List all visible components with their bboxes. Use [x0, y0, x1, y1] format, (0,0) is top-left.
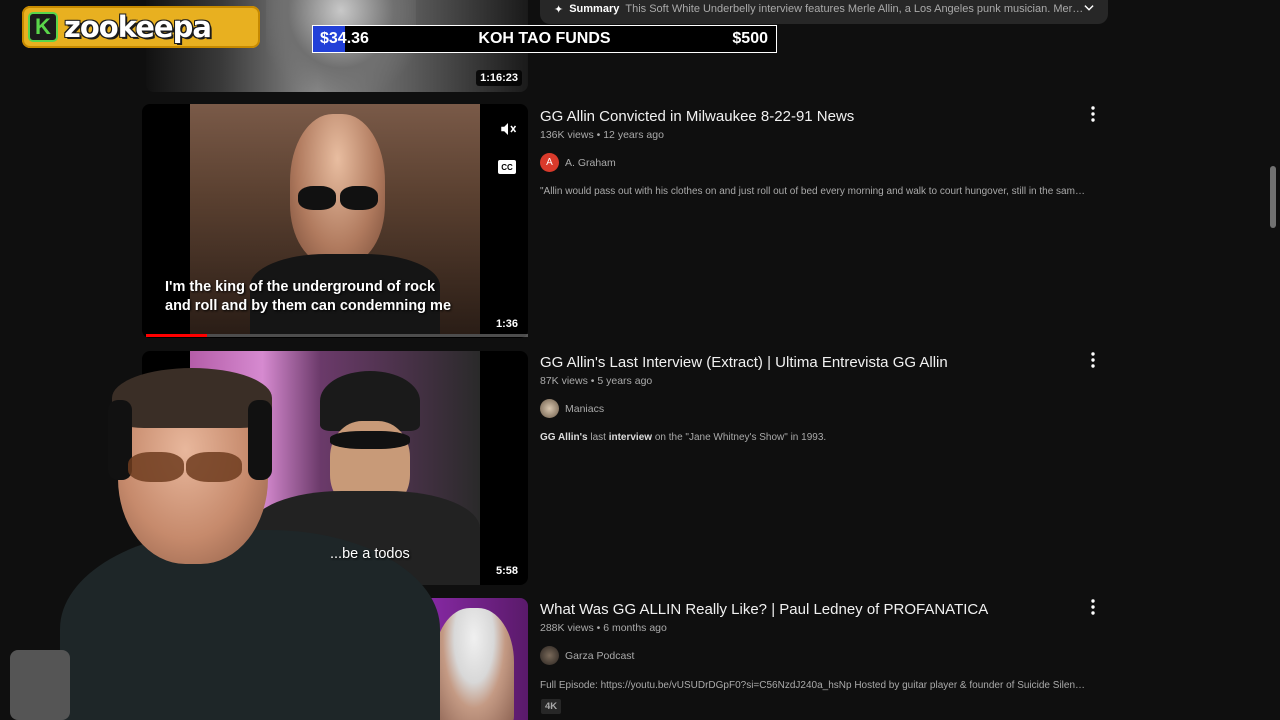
upload-age: 12 years ago	[603, 129, 664, 141]
video-title[interactable]: GG Allin's Last Interview (Extract) | Ul…	[540, 354, 948, 371]
summary-label: Summary	[569, 3, 620, 15]
fund-progress-bar: $34.36 KOH TAO FUNDS $500	[312, 25, 777, 53]
desc-bold: GG Allin's	[540, 432, 588, 443]
desc-bold: interview	[608, 432, 653, 443]
duration-badge: 1:36	[495, 318, 518, 330]
zookeepa-logo: K zookeepa	[22, 6, 260, 48]
logo-badge: K	[28, 12, 58, 42]
video-meta: 87K views • 5 years ago	[540, 375, 653, 387]
video-caption: ...be a todos	[330, 546, 410, 562]
video-description: Full Episode: https://youtu.be/vUSUDrDGp…	[540, 680, 1090, 691]
channel-name: Garza Podcast	[565, 649, 635, 662]
channel-link[interactable]: A A. Graham	[540, 153, 616, 172]
duration-badge: 1:16:23	[476, 70, 522, 86]
summary-text: This Soft White Underbelly interview fea…	[625, 3, 1085, 15]
playback-progress-bar[interactable]	[146, 334, 528, 337]
caption-line: I'm the king of the underground of rock	[165, 279, 436, 295]
progress-fill	[146, 334, 208, 337]
desc-text: on the "Jane Whitney's Show" in 1993.	[652, 432, 827, 443]
duration-badge: 5:58	[495, 565, 518, 577]
video-description: "Allin would pass out with his clothes o…	[540, 186, 1090, 197]
video-title[interactable]: What Was GG ALLIN Really Like? | Paul Le…	[540, 601, 988, 618]
more-vert-icon[interactable]	[1086, 351, 1100, 369]
video-caption: I'm the king of the underground of rock …	[165, 278, 451, 316]
quality-badge: 4K	[541, 699, 562, 714]
avatar	[540, 646, 559, 665]
channel-link[interactable]: Maniacs	[540, 399, 604, 418]
video-meta: 288K views • 6 months ago	[540, 622, 667, 634]
channel-link[interactable]: Garza Podcast	[540, 646, 634, 665]
webcam-overlay	[0, 360, 440, 720]
channel-name: Maniacs	[565, 402, 605, 415]
more-vert-icon[interactable]	[1086, 598, 1100, 616]
channel-name: A. Graham	[565, 156, 616, 169]
thumbnail-image	[434, 608, 514, 720]
cc-icon[interactable]: CC	[498, 160, 516, 174]
upload-age: 5 years ago	[597, 375, 653, 387]
video-description: GG Allin's last interview on the "Jane W…	[540, 432, 1090, 443]
summary-bar[interactable]: ✦ Summary This Soft White Underbelly int…	[540, 0, 1108, 24]
mute-icon[interactable]	[498, 120, 518, 138]
scrollbar-thumb[interactable]	[1270, 166, 1276, 228]
caption-line: and roll and by them can condemning me	[165, 298, 452, 314]
video-meta: 136K views • 12 years ago	[540, 129, 664, 141]
fund-name: KOH TAO FUNDS	[478, 30, 611, 47]
video-title[interactable]: GG Allin Convicted in Milwaukee 8-22-91 …	[540, 108, 854, 125]
desc-text: last	[587, 432, 609, 443]
avatar: A	[540, 153, 559, 172]
fund-goal: $500	[732, 30, 768, 47]
sparkle-icon: ✦	[554, 3, 564, 16]
avatar	[540, 399, 559, 418]
view-count: 288K views	[540, 622, 594, 634]
view-count: 87K views	[540, 375, 588, 387]
more-vert-icon[interactable]	[1086, 105, 1100, 123]
view-count: 136K views	[540, 129, 594, 141]
logo-text: zookeepa	[64, 10, 212, 44]
upload-age: 6 months ago	[603, 622, 667, 634]
chevron-down-icon[interactable]	[1082, 1, 1096, 15]
